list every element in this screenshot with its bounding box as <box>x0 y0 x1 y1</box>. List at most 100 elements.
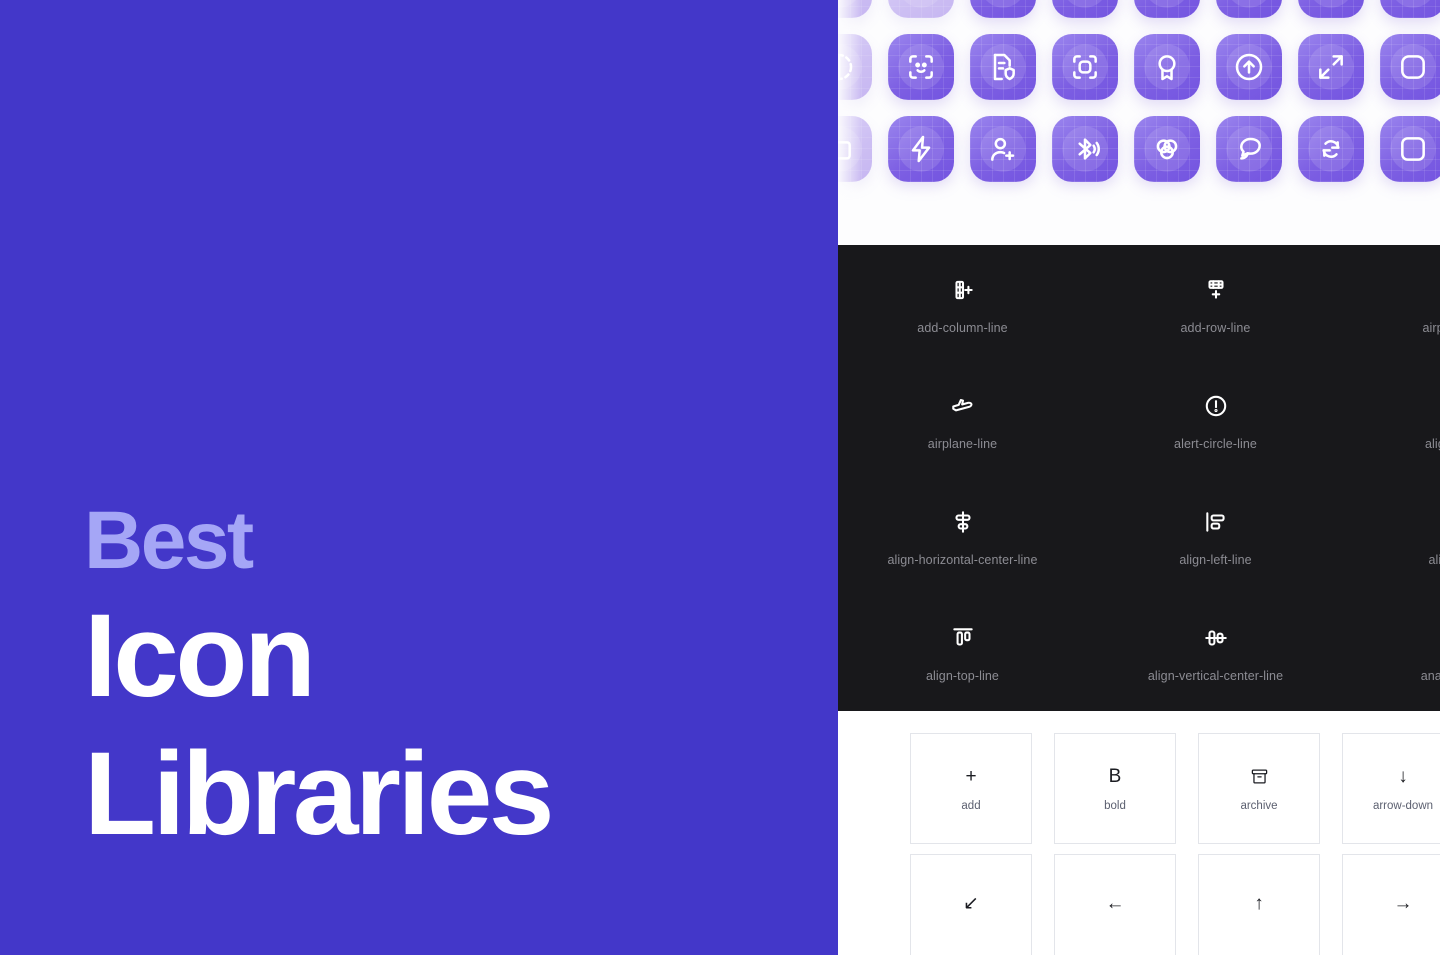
icon-card-bold[interactable]: Bbold <box>1054 733 1176 844</box>
tile-cell <box>880 26 962 108</box>
dark-icon-cell[interactable]: analytics-delete-l <box>1342 593 1440 709</box>
icon-tile-browser[interactable] <box>1380 0 1440 18</box>
icon-tile-rounded-tile[interactable] <box>1380 34 1440 100</box>
card-cell: Bbold <box>1054 733 1198 854</box>
dark-icon-cell[interactable]: airplane-flight-2- <box>1342 245 1440 361</box>
icon-tile-chat-bubbles[interactable] <box>1216 116 1282 182</box>
card-cell: ↓ arrow-down <box>1342 733 1440 854</box>
icon-tile-chat-message[interactable] <box>888 0 954 18</box>
tile-cell <box>1290 0 1372 26</box>
dark-icon-cell[interactable]: add-row-line <box>1089 245 1342 361</box>
dark-icon-cell[interactable]: align-top-line <box>836 593 1089 709</box>
tile-cell <box>1208 0 1290 26</box>
align-horizontal-center-icon <box>954 511 971 533</box>
user-add-icon <box>991 137 1015 161</box>
card-cell: archive <box>1198 733 1342 854</box>
hero-title-line-2: Libraries <box>84 727 554 860</box>
tile-cell <box>962 0 1044 26</box>
icon-tile-folder[interactable] <box>836 116 872 182</box>
airplane-icon <box>951 399 973 412</box>
card-cell: ↑ <box>1198 854 1342 955</box>
tile-cell <box>1044 108 1126 190</box>
dark-icon-cell[interactable]: align-bottom-lin <box>1342 361 1440 477</box>
icon-tile-award-badge[interactable] <box>1134 34 1200 100</box>
icon-tile-square-tile[interactable] <box>1380 116 1440 182</box>
icon-card-arrow-right[interactable]: → <box>1342 854 1440 955</box>
dark-icon-grid: add-column-line add-row-line airplane-flig… <box>836 245 1440 709</box>
shield-crest-icon <box>1151 0 1183 1</box>
icon-tile-server-status[interactable] <box>1298 0 1364 18</box>
chat-bubbles-icon <box>1240 137 1261 160</box>
icon-card-arrow-down[interactable]: ↓ arrow-down <box>1342 733 1440 844</box>
tile-cell <box>962 26 1044 108</box>
icon-tile-scan-object[interactable] <box>1052 34 1118 100</box>
icon-tile-contrast[interactable] <box>836 34 872 100</box>
purple-tile-grid <box>836 0 1440 190</box>
icon-tile-color-blend[interactable] <box>1134 116 1200 182</box>
card-label: add <box>961 799 981 812</box>
expand-icon <box>1319 55 1343 79</box>
dark-icon-label: airplane-flight-2- <box>1422 321 1440 335</box>
dark-icon-cell[interactable]: align-vertical-center-line <box>1089 593 1342 709</box>
hero-eyebrow: Best <box>84 495 254 587</box>
dark-icon-cell[interactable]: airplane-line <box>836 361 1089 477</box>
arrow-right-icon: → <box>1393 893 1413 914</box>
icon-tile-window[interactable] <box>1052 0 1118 18</box>
icon-tile-bolt[interactable] <box>888 116 954 182</box>
purple-tile-showcase <box>836 0 1440 245</box>
dark-icon-cell[interactable]: align-left-line <box>1089 477 1342 593</box>
card-label: archive <box>1240 799 1278 812</box>
dark-icon-cell[interactable]: alert-circle-line <box>1089 361 1342 477</box>
tile-cell <box>836 26 880 108</box>
tile-cell <box>1290 26 1372 108</box>
dark-icon-cell[interactable]: align-horizontal-center-line <box>836 477 1089 593</box>
server-status-icon <box>1315 0 1347 1</box>
arrow-down-left-icon: ↙ <box>963 893 979 914</box>
icon-tile-document-shield[interactable] <box>970 34 1036 100</box>
plus-icon: + <box>965 766 977 787</box>
dark-icon-label: add-row-line <box>1180 321 1251 335</box>
icon-card-arrow-up[interactable]: ↑ <box>1198 854 1320 955</box>
rounded-tile-icon <box>1401 55 1425 79</box>
hero-copy: Best Icon Libraries <box>84 495 784 863</box>
icon-tile-sparkle-burst[interactable] <box>970 0 1036 18</box>
tile-cell <box>880 0 962 26</box>
card-icon-grid: + add Bbold archive ↓ arrow-down ↙ ← ↑ → <box>910 733 1440 955</box>
icon-tile-face-id[interactable] <box>888 34 954 100</box>
icon-tile-loader[interactable] <box>836 0 872 18</box>
tile-cell <box>1044 26 1126 108</box>
align-vertical-center-icon <box>1204 630 1227 646</box>
dark-icon-label: alert-circle-line <box>1174 437 1257 451</box>
dark-icon-label: align-right-line <box>1428 553 1440 567</box>
color-blend-icon <box>1156 139 1178 160</box>
icon-card-archive[interactable]: archive <box>1198 733 1320 844</box>
icon-tile-plug[interactable] <box>1216 0 1282 18</box>
dark-icon-label: align-bottom-lin <box>1424 437 1440 451</box>
tile-cell <box>1372 108 1440 190</box>
add-column-icon <box>954 280 973 300</box>
icon-tile-bluetooth[interactable] <box>1052 116 1118 182</box>
icon-tile-expand[interactable] <box>1298 34 1364 100</box>
hero-panel: Best Icon Libraries <box>0 0 836 955</box>
align-top-icon <box>952 628 973 646</box>
icon-tile-shield-crest[interactable] <box>1134 0 1200 18</box>
card-cell: + add <box>910 733 1054 854</box>
window-icon <box>1069 0 1101 1</box>
arrow-left-icon: ← <box>1105 893 1125 914</box>
dark-icon-cell[interactable]: align-right-line <box>1342 477 1440 593</box>
folder-icon <box>836 138 851 160</box>
icon-card-plus[interactable]: + add <box>910 733 1032 844</box>
icon-tile-refresh-cycle[interactable] <box>1298 116 1364 182</box>
face-id-icon <box>909 55 933 79</box>
loader-icon <box>836 0 855 1</box>
card-cell: ↙ <box>910 854 1054 955</box>
icon-card-arrow-left[interactable]: ← <box>1054 854 1176 955</box>
icon-tile-arrow-up-circle[interactable] <box>1216 34 1282 100</box>
dark-icon-cell[interactable]: add-column-line <box>836 245 1089 361</box>
icon-tile-user-add[interactable] <box>970 116 1036 182</box>
browser-icon <box>1397 0 1429 1</box>
tile-cell <box>836 108 880 190</box>
card-icon-grid-panel: + add Bbold archive ↓ arrow-down ↙ ← ↑ → <box>836 711 1440 955</box>
dark-icon-label: align-vertical-center-line <box>1147 669 1284 683</box>
icon-card-arrow-down-left[interactable]: ↙ <box>910 854 1032 955</box>
